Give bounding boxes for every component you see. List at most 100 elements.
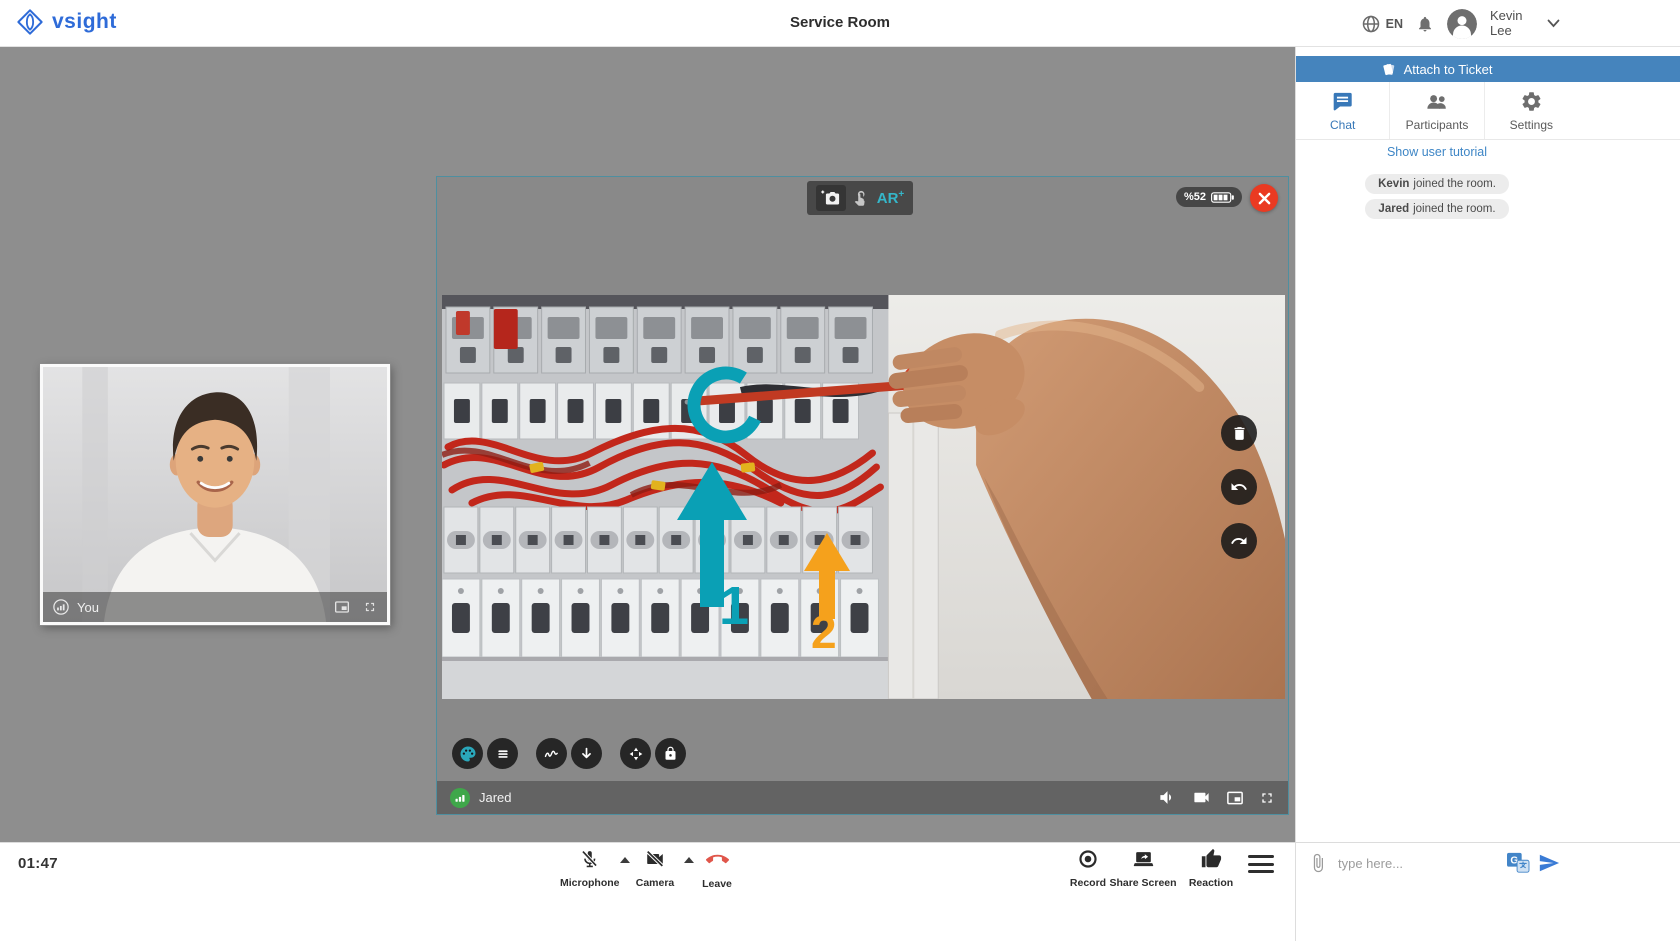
call-timer: 01:47	[18, 855, 58, 872]
reaction-button[interactable]: Reaction	[1182, 847, 1240, 889]
remote-name-bar: Jared	[437, 781, 1288, 814]
language-selector[interactable]: EN	[1361, 14, 1403, 34]
ar-mode-button[interactable]: AR+	[877, 190, 905, 206]
palette-icon	[459, 745, 477, 763]
battery-percent: %52	[1184, 191, 1206, 203]
chat-message-list: Kevin joined the room. Jaredjoined the ro…	[1296, 174, 1578, 219]
globe-icon	[1361, 14, 1381, 34]
remote-video-controls	[1158, 788, 1275, 807]
battery-icon	[1211, 192, 1234, 203]
mic-off-icon	[579, 847, 600, 871]
send-icon[interactable]	[1537, 852, 1561, 874]
bottom-control-bar: 01:47 Microphone Camera Leave Recor	[0, 842, 1295, 941]
remote-video-feed	[442, 295, 1285, 699]
tab-settings[interactable]: Settings	[1484, 82, 1578, 139]
translate-icon[interactable]: G	[1506, 852, 1530, 874]
chat-message-author: Kevin	[1378, 178, 1409, 190]
self-fullscreen-button[interactable]	[363, 600, 377, 614]
participants-icon	[1424, 90, 1449, 113]
capture-toolbar: AR+	[807, 181, 913, 215]
reaction-icon	[1200, 847, 1222, 871]
line-thickness-button[interactable]	[487, 738, 518, 769]
user-name: Kevin Lee	[1490, 9, 1534, 38]
page-title: Service Room	[790, 14, 890, 31]
video-stage: 1 2 AR+ %52	[0, 47, 1295, 842]
attach-to-ticket-label: Attach to Ticket	[1404, 62, 1493, 77]
lock-icon	[663, 746, 678, 761]
undo-icon	[1230, 478, 1248, 496]
annotation-side-tools	[1221, 415, 1257, 559]
delete-annotation-button[interactable]	[1221, 415, 1257, 451]
camera-button[interactable]: Camera	[628, 847, 682, 889]
record-icon	[1077, 847, 1099, 871]
top-right-controls: EN Kevin Lee	[1361, 0, 1560, 47]
language-label: EN	[1386, 17, 1403, 31]
drawing-toolbar	[452, 738, 686, 769]
volume-button[interactable]	[1158, 788, 1177, 807]
tab-participants-label: Participants	[1406, 118, 1469, 132]
settings-icon	[1520, 90, 1543, 113]
self-pip-button[interactable]	[334, 599, 350, 615]
chat-message: Kevin joined the room.	[1365, 174, 1509, 194]
self-video-bar: You	[43, 592, 387, 622]
notifications-button[interactable]	[1416, 15, 1434, 33]
tab-chat[interactable]: Chat	[1296, 82, 1389, 139]
move-tool-button[interactable]	[620, 738, 651, 769]
logo-text: vsight	[52, 10, 117, 34]
share-screen-button[interactable]: Share Screen	[1106, 847, 1180, 889]
fullscreen-button[interactable]	[1259, 790, 1275, 806]
close-video-button[interactable]	[1250, 184, 1278, 212]
remote-touch-button[interactable]	[854, 190, 869, 207]
chat-message-text: joined the room.	[1413, 178, 1495, 190]
tab-participants[interactable]: Participants	[1389, 82, 1483, 139]
snapshot-button[interactable]	[816, 185, 846, 211]
color-picker-button[interactable]	[452, 738, 483, 769]
attach-file-button[interactable]	[1308, 852, 1328, 874]
lock-annotations-button[interactable]	[655, 738, 686, 769]
draw-icon	[543, 745, 560, 762]
vsight-logo-icon	[16, 8, 44, 36]
delete-icon	[1231, 425, 1248, 442]
arrow-tool-button[interactable]	[571, 738, 602, 769]
share-screen-icon	[1132, 847, 1155, 871]
tab-chat-label: Chat	[1330, 118, 1355, 132]
ar-plus-label: +	[898, 189, 904, 200]
user-avatar-icon[interactable]	[1447, 9, 1477, 39]
undo-button[interactable]	[1221, 469, 1257, 505]
self-signal-icon	[53, 599, 69, 615]
self-video-feed	[43, 367, 387, 622]
snapshot-icon	[821, 189, 841, 207]
attach-to-ticket-button[interactable]: Attach to Ticket	[1296, 56, 1680, 82]
move-icon	[628, 746, 644, 762]
menu-icon	[1248, 855, 1274, 858]
ticket-icon	[1380, 61, 1397, 78]
show-tutorial-link[interactable]: Show user tutorial	[1296, 145, 1578, 159]
chat-icon	[1331, 90, 1354, 113]
video-toggle-button[interactable]	[1192, 788, 1211, 807]
self-video-container: You	[40, 364, 390, 625]
bell-icon	[1416, 15, 1434, 33]
chevron-down-icon	[1547, 19, 1560, 28]
service-room-screen: vsight Service Room EN Kevin Lee	[0, 0, 1680, 941]
remote-participant-name: Jared	[479, 790, 1158, 805]
more-options-button[interactable]	[1248, 855, 1274, 873]
tab-settings-label: Settings	[1510, 118, 1553, 132]
thickness-icon	[495, 746, 511, 762]
chat-input-row: G	[1296, 842, 1680, 941]
self-video-controls	[334, 599, 377, 615]
freehand-draw-button[interactable]	[536, 738, 567, 769]
microphone-button[interactable]: Microphone	[560, 847, 618, 889]
leave-button[interactable]: Leave	[692, 847, 742, 890]
battery-status: %52	[1176, 187, 1242, 207]
vsight-logo[interactable]: vsight	[16, 8, 117, 36]
pip-button[interactable]	[1226, 789, 1244, 807]
sidebar-tabs: Chat Participants Settings	[1296, 82, 1680, 140]
user-menu-button[interactable]	[1547, 19, 1560, 28]
chat-message: Jaredjoined the room.	[1365, 199, 1508, 219]
remote-video-container: 1 2 AR+ %52	[436, 176, 1289, 815]
redo-button[interactable]	[1221, 523, 1257, 559]
chat-input[interactable]	[1336, 851, 1494, 875]
connection-signal-icon	[450, 788, 470, 808]
sidebar: Attach to Ticket Chat Participants	[1295, 47, 1680, 941]
touch-icon	[854, 190, 869, 207]
